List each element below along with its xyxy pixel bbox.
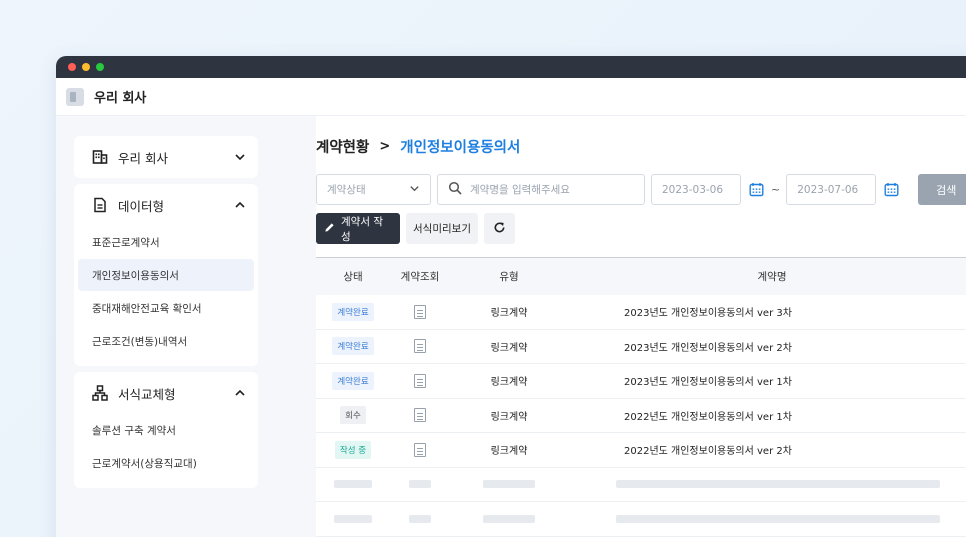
chevron-up-icon: [234, 199, 246, 211]
data-group-label: 데이터형: [118, 198, 165, 214]
search-placeholder: 계약명을 입력해주세요: [470, 184, 570, 196]
date-from-input[interactable]: 2023-03-06: [651, 174, 741, 205]
status-badge: 계약완료: [332, 337, 374, 356]
sidebar-item-standard-labor-contract[interactable]: 표준근로계약서: [78, 226, 254, 258]
view-document-icon[interactable]: [414, 373, 426, 388]
company-card: 우리 회사: [74, 136, 258, 178]
sidebar-item-working-conditions[interactable]: 근로조건(변동)내역서: [78, 325, 254, 357]
view-document-icon[interactable]: [414, 408, 426, 423]
status-badge: 작성 중: [334, 440, 372, 459]
view-document-icon[interactable]: [414, 442, 426, 457]
building-icon: [92, 149, 108, 165]
contract-type: 링크계약: [490, 308, 528, 320]
breadcrumb-current: 개인정보이용동의서: [400, 140, 521, 156]
table-header: 상태 계약조회 유형 계약명: [316, 258, 966, 295]
app-window: 우리 회사 우리 회사 데이터형 표준근로계약서 개인정보이용동의서 중대재해안…: [56, 56, 966, 537]
company-label: 우리 회사: [118, 150, 168, 166]
chevron-up-icon: [234, 387, 246, 399]
content-area: 우리 회사 데이터형 표준근로계약서 개인정보이용동의서 중대재해안전교육 확인…: [56, 116, 966, 537]
main-panel: 계약현황 > 개인정보이용동의서 계약상태 계약명을 입력해주세요 2023-0…: [316, 116, 966, 537]
data-group-toggle[interactable]: 데이터형: [74, 184, 258, 226]
skeleton-bar: [409, 480, 431, 489]
search-icon: [448, 181, 462, 198]
contract-name[interactable]: 2022년도 개인정보이용동의서 ver 1차: [568, 408, 966, 423]
refresh-icon: [493, 221, 506, 237]
table-row[interactable]: 작성 중 링크계약 2022년도 개인정보이용동의서 ver 2차: [316, 433, 966, 468]
breadcrumb: 계약현황 > 개인정보이용동의서: [316, 136, 520, 157]
maximize-window-button[interactable]: [96, 63, 104, 71]
hierarchy-icon: [92, 385, 108, 401]
date-to-input[interactable]: 2023-07-06: [786, 174, 877, 205]
header-type: 유형: [499, 271, 519, 283]
skeleton-row: [316, 502, 966, 537]
table-row[interactable]: 계약완료 링크계약 2023년도 개인정보이용동의서 ver 2차: [316, 329, 966, 364]
contract-type: 링크계약: [490, 446, 528, 458]
data-group-card: 데이터형 표준근로계약서 개인정보이용동의서 중대재해안전교육 확인서 근로조건…: [74, 184, 258, 366]
view-document-icon[interactable]: [414, 304, 426, 319]
contract-name[interactable]: 2023년도 개인정보이용동의서 ver 2차: [568, 339, 966, 354]
window-titlebar: [56, 56, 966, 78]
pencil-icon: [324, 222, 335, 236]
header-view: 계약조회: [400, 271, 440, 283]
search-button[interactable]: 검색: [918, 174, 966, 205]
write-contract-button[interactable]: 계약서 작성: [316, 213, 400, 244]
view-document-icon[interactable]: [414, 339, 426, 354]
skeleton-bar: [409, 514, 431, 523]
header-status: 상태: [343, 271, 363, 283]
calendar-from-icon[interactable]: [747, 181, 765, 199]
form-group-label: 서식교체형: [118, 386, 176, 402]
breadcrumb-separator: >: [379, 139, 391, 154]
sidebar-item-safety-education[interactable]: 중대재해안전교육 확인서: [78, 292, 254, 324]
contract-name[interactable]: 2022년도 개인정보이용동의서 ver 2차: [568, 442, 966, 457]
sidebar-item-shift-labor-contract[interactable]: 근로계약서(상용직교대): [78, 447, 254, 479]
document-icon: [92, 197, 108, 213]
contract-name[interactable]: 2023년도 개인정보이용동의서 ver 3차: [568, 304, 966, 319]
chevron-down-icon: [234, 151, 246, 163]
app-header: 우리 회사: [56, 78, 966, 116]
status-badge: 회수: [340, 406, 366, 425]
write-contract-label: 계약서 작성: [341, 215, 383, 243]
table-row[interactable]: 회수 링크계약 2022년도 개인정보이용동의서 ver 1차: [316, 398, 966, 433]
skeleton-bar: [483, 480, 535, 489]
form-group-card: 서식교체형 솔루션 구축 계약서 근로계약서(상용직교대): [74, 372, 258, 488]
refresh-button[interactable]: [484, 213, 515, 244]
action-bar: 계약서 작성 서식미리보기: [316, 213, 515, 244]
form-group-toggle[interactable]: 서식교체형: [74, 372, 258, 414]
sidebar-item-privacy-consent[interactable]: 개인정보이용동의서: [78, 259, 254, 291]
company-selector[interactable]: 우리 회사: [74, 136, 258, 178]
close-window-button[interactable]: [68, 63, 76, 71]
minimize-window-button[interactable]: [82, 63, 90, 71]
filter-bar: 계약상태 계약명을 입력해주세요 2023-03-06 ~ 2023-07-06: [316, 174, 966, 205]
contract-name-search-input[interactable]: 계약명을 입력해주세요: [437, 174, 645, 205]
status-select-placeholder: 계약상태: [327, 184, 366, 196]
skeleton-bar: [616, 480, 940, 489]
contract-name[interactable]: 2023년도 개인정보이용동의서 ver 1차: [568, 373, 966, 388]
skeleton-bar: [616, 514, 940, 523]
contracts-table: 상태 계약조회 유형 계약명 계약완료 링크계약 2023년도 개인정보이용동의…: [316, 257, 966, 537]
status-badge: 계약완료: [332, 371, 374, 390]
table-row[interactable]: 계약완료 링크계약 2023년도 개인정보이용동의서 ver 1차: [316, 364, 966, 399]
sidebar: 우리 회사 데이터형 표준근로계약서 개인정보이용동의서 중대재해안전교육 확인…: [74, 136, 258, 494]
breadcrumb-root[interactable]: 계약현황: [316, 136, 369, 157]
form-preview-button[interactable]: 서식미리보기: [406, 213, 478, 244]
skeleton-bar: [483, 514, 535, 523]
status-badge: 계약완료: [332, 302, 374, 321]
company-logo-icon: [66, 87, 84, 106]
skeleton-bar: [334, 514, 372, 523]
chevron-down-icon: [409, 183, 420, 197]
sidebar-item-solution-contract[interactable]: 솔루션 구축 계약서: [78, 414, 254, 446]
skeleton-row: [316, 467, 966, 502]
app-title: 우리 회사: [94, 91, 147, 106]
contract-type: 링크계약: [490, 411, 528, 423]
skeleton-bar: [334, 480, 372, 489]
date-range-separator: ~: [771, 183, 781, 196]
contract-type: 링크계약: [490, 342, 528, 354]
table-row[interactable]: 계약완료 링크계약 2023년도 개인정보이용동의서 ver 3차: [316, 295, 966, 330]
header-name: 계약명: [757, 271, 787, 283]
contract-type: 링크계약: [490, 377, 528, 389]
calendar-to-icon[interactable]: [882, 181, 900, 199]
contract-status-select[interactable]: 계약상태: [316, 174, 431, 205]
